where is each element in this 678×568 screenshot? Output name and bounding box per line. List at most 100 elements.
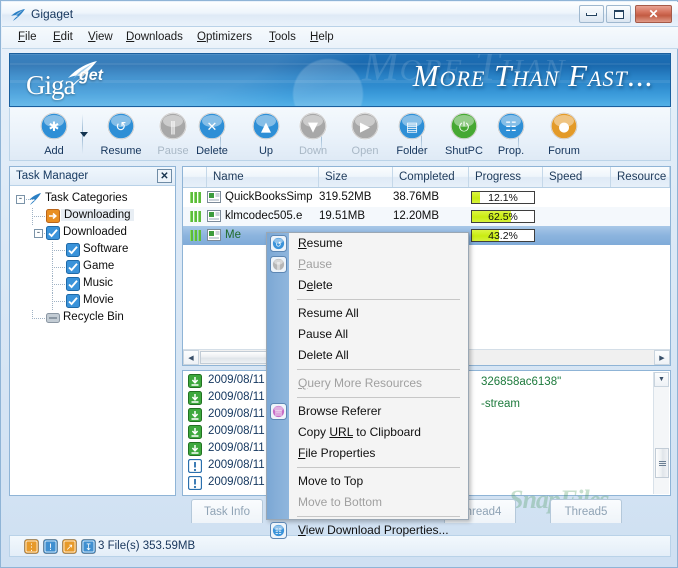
- tree-item-downloaded[interactable]: - Downloaded: [14, 225, 175, 242]
- column-header-status[interactable]: [183, 167, 207, 187]
- column-header-completed[interactable]: Completed: [393, 167, 469, 187]
- column-header-speed[interactable]: Speed: [543, 167, 611, 187]
- toolbar-prop-button[interactable]: ☷ Prop.: [485, 110, 537, 159]
- toolbar-button-label: Open: [351, 145, 379, 157]
- scroll-right-icon[interactable]: ▶: [654, 350, 670, 365]
- download-green-icon: [188, 408, 202, 422]
- tree-item-label: Task Categories: [45, 192, 128, 204]
- toolbar-up-button[interactable]: ▲ Up: [240, 110, 292, 159]
- row-state-paused-icon: [190, 230, 201, 241]
- menu-downloads[interactable]: Downloads: [120, 30, 189, 46]
- menu-optimizers[interactable]: Optimizers: [191, 30, 258, 46]
- close-icon[interactable]: ✕: [157, 169, 172, 183]
- vscroll-thumb[interactable]: [655, 448, 669, 478]
- context-menu-item-delete-all[interactable]: Delete All: [289, 345, 468, 366]
- context-menu-item-label: Copy URL to Clipboard: [298, 425, 421, 439]
- context-menu-item-delete[interactable]: Delete: [289, 275, 468, 296]
- context-menu-item-pause-all[interactable]: Pause All: [289, 324, 468, 345]
- svg-text:▲: ▲: [261, 120, 271, 135]
- column-header-name[interactable]: Name: [207, 167, 319, 187]
- context-menu-item-resume[interactable]: ↺ Resume: [270, 233, 468, 254]
- speed-icon[interactable]: ↗: [62, 539, 77, 554]
- log-vscrollbar[interactable]: ▲ ▼: [653, 372, 669, 494]
- toolbar-open-button: ▶ Open: [339, 110, 391, 159]
- toolbar-folder-button[interactable]: ▤ Folder: [386, 110, 438, 159]
- context-menu-item-move-to-bottom: Move to Bottom: [289, 492, 468, 513]
- tree-item-game[interactable]: Game: [14, 259, 175, 276]
- tab-thread5[interactable]: Thread5: [550, 499, 622, 523]
- svg-text:↺: ↺: [275, 240, 281, 249]
- context-menu-item-view-download-properties[interactable]: ☷ View Download Properties...: [270, 520, 468, 541]
- check-blue-icon: [66, 294, 80, 308]
- play-icon: ▶: [351, 112, 379, 143]
- log-timestamp: 2009/08/11: [208, 374, 265, 386]
- download-green-icon: [188, 442, 202, 456]
- task-manager-title: Task Manager: [16, 170, 89, 182]
- toolbar-resume-button[interactable]: ↺ Resume: [95, 110, 147, 159]
- progress-bar: 12.1%: [471, 191, 535, 204]
- tree-item-task-categories[interactable]: - Task Categories: [14, 191, 175, 208]
- context-menu-item-browse-referer[interactable]: ▤ Browse Referer: [270, 401, 468, 422]
- context-menu-item-move-to-top[interactable]: Move to Top: [289, 471, 468, 492]
- toolbar-delete-button[interactable]: ✕ Delete: [186, 110, 238, 159]
- log-timestamp: 2009/08/11: [208, 476, 265, 488]
- context-menu-item-label: Move to Bottom: [298, 495, 383, 509]
- log-detail: 326858ac6138" -stream: [481, 372, 652, 494]
- menu-help[interactable]: Help: [304, 30, 340, 46]
- toolbar-button-label: ShutPC: [445, 145, 483, 157]
- tree-expander-icon[interactable]: -: [16, 195, 25, 204]
- tree-item-downloading[interactable]: Downloading: [14, 208, 175, 225]
- context-menu-item-file-properties[interactable]: File Properties: [289, 443, 468, 464]
- tree-item-label: Game: [83, 260, 115, 272]
- minimize-button[interactable]: [579, 5, 604, 23]
- cell-resource: [611, 188, 670, 207]
- toolbar-forum-button[interactable]: ● Forum: [538, 110, 590, 159]
- info-blue-icon: [187, 458, 203, 474]
- toolbar-down-button: ▼ Down: [287, 110, 339, 159]
- progress-bar: 62.5%: [471, 210, 535, 223]
- progress-bar-label: 43.2%: [488, 229, 518, 242]
- tree-item-software[interactable]: Software: [14, 242, 175, 259]
- task-row[interactable]: klmcodec505.e 19.51MB 12.20MB 62.5%: [183, 207, 670, 226]
- column-header-progress[interactable]: Progress: [469, 167, 543, 187]
- tab-task-info[interactable]: Task Info: [191, 499, 263, 523]
- gigaget-bird-icon: [10, 7, 26, 22]
- task-list-header: Name Size Completed Progress Speed Resource: [183, 167, 670, 188]
- folder-icon: ▤: [398, 112, 426, 143]
- pause-icon: ‖: [159, 112, 187, 143]
- tasks-icon[interactable]: ⋮: [24, 539, 39, 554]
- context-menu-item-resume-all[interactable]: Resume All: [289, 303, 468, 324]
- toolbar: ✱ Add ↺ Resume ‖ Pause ✕ Delete ▲ Up ▼ Down ▶ Open ▤ Fo…: [9, 108, 671, 161]
- cell-speed: [543, 188, 611, 207]
- tree-item-movie[interactable]: Movie: [14, 293, 175, 310]
- close-button[interactable]: ✕: [635, 5, 672, 23]
- menu-edit[interactable]: Edit: [47, 30, 79, 46]
- maximize-button[interactable]: [606, 5, 631, 23]
- scheduler-icon[interactable]: ↧: [81, 539, 96, 554]
- tree-item-music[interactable]: Music: [14, 276, 175, 293]
- cell-speed: [543, 226, 611, 245]
- scroll-down-icon[interactable]: ▼: [654, 372, 669, 387]
- task-row[interactable]: QuickBooksSimp 319.52MB 38.76MB 12.1%: [183, 188, 670, 207]
- status-text: 3 File(s) 353.59MB: [98, 540, 196, 552]
- context-menu-item-copy-url-to-clipboard[interactable]: Copy URL to Clipboard: [289, 422, 468, 443]
- column-header-resource[interactable]: Resource: [611, 167, 670, 187]
- tree-expander-icon[interactable]: -: [34, 229, 43, 238]
- close-icon: ✕: [648, 7, 659, 21]
- tree-connector: [32, 310, 33, 319]
- context-menu-separator: [297, 467, 460, 468]
- column-header-size[interactable]: Size: [319, 167, 393, 187]
- info-blue-icon: [187, 475, 203, 491]
- alerts-icon[interactable]: !: [43, 539, 58, 554]
- menu-view[interactable]: View: [82, 30, 119, 46]
- context-menu-separator: [297, 516, 460, 517]
- menu-tools[interactable]: Tools: [263, 30, 302, 46]
- toolbar-add-button[interactable]: ✱ Add: [28, 110, 80, 159]
- download-green-icon: [188, 374, 202, 388]
- menu-file[interactable]: File: [12, 30, 43, 46]
- toolbar-shutpc-button[interactable]: ⏻ ShutPC: [438, 110, 490, 159]
- scroll-left-icon[interactable]: ◀: [183, 350, 199, 365]
- add-dropdown-arrow-icon[interactable]: [80, 132, 88, 137]
- tree-item-recycle-bin[interactable]: Recycle Bin: [14, 310, 175, 327]
- category-tree[interactable]: - Task Categories Downloading - Downloaded So…: [10, 187, 175, 495]
